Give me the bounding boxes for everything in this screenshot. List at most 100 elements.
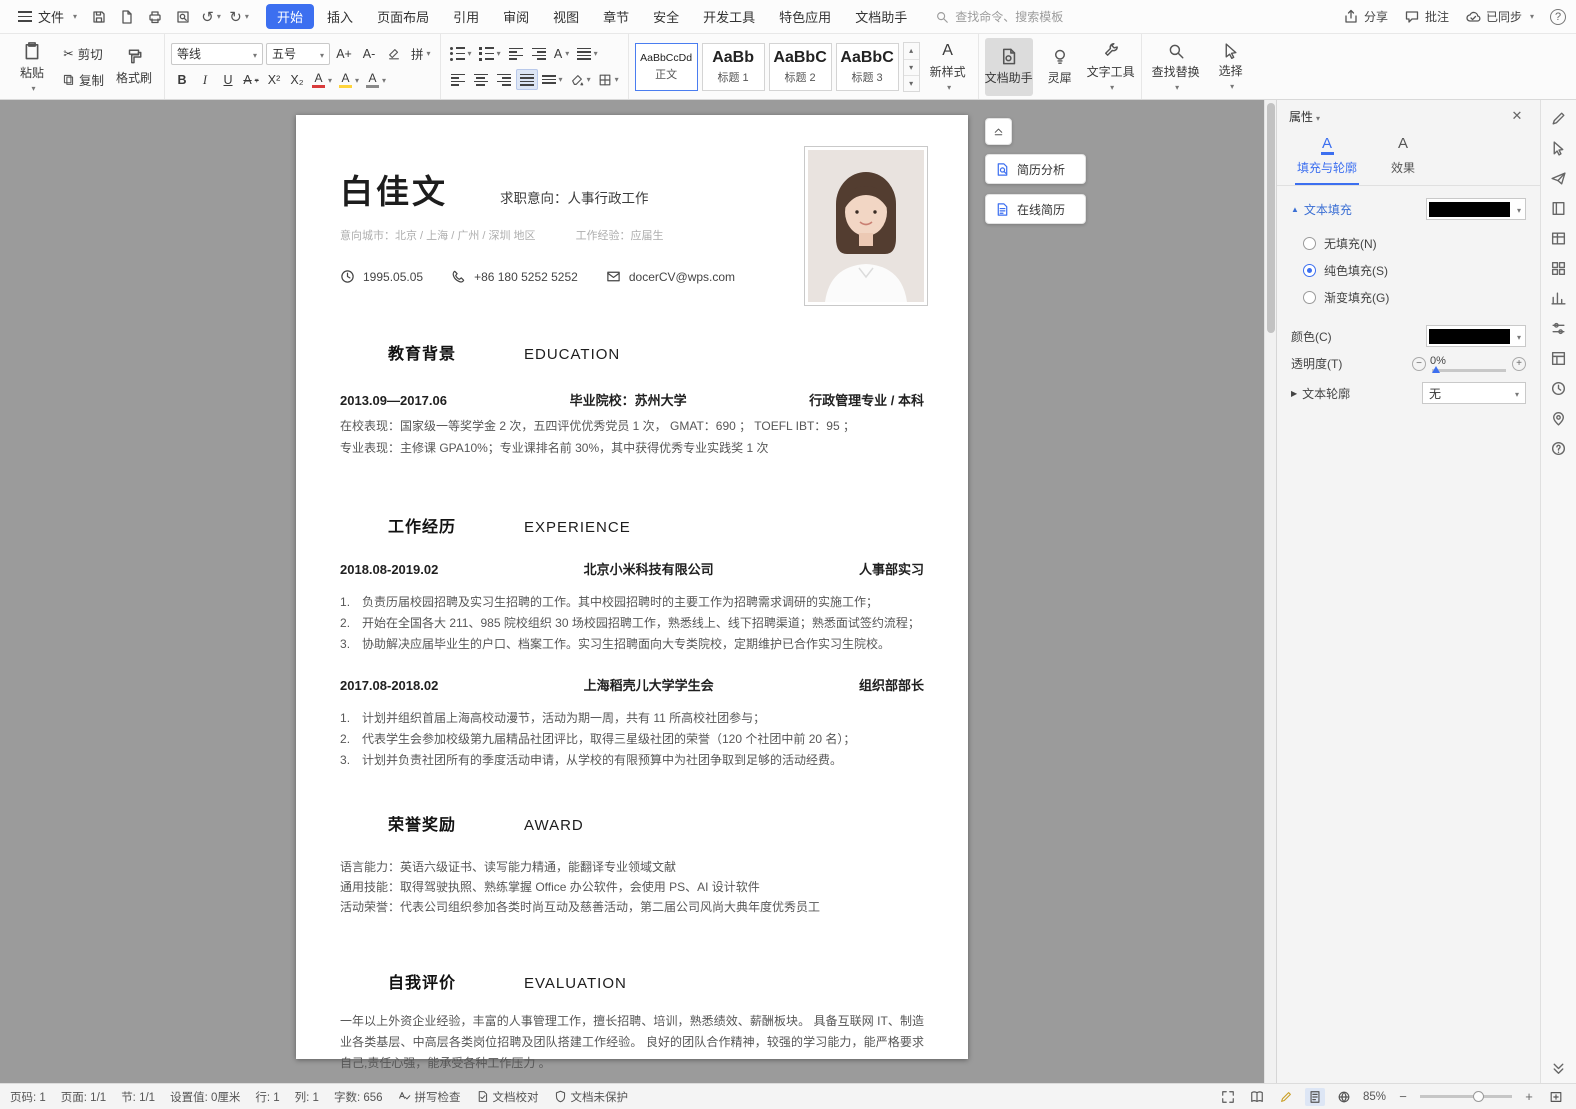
transparency-minus-button[interactable]: − bbox=[1412, 357, 1426, 371]
web-layout-button[interactable] bbox=[1334, 1088, 1354, 1106]
command-search[interactable]: 查找命令、搜索模板 bbox=[935, 8, 1063, 25]
superscript-button[interactable]: X² bbox=[263, 70, 285, 91]
chart-tool-button[interactable] bbox=[1550, 290, 1567, 307]
slider-track[interactable] bbox=[1432, 369, 1506, 372]
style-heading-1[interactable]: AaBb 标题 1 bbox=[702, 43, 765, 91]
text-outline-select[interactable]: 无 bbox=[1422, 382, 1526, 404]
slider-thumb[interactable] bbox=[1432, 366, 1440, 373]
location-tool-button[interactable] bbox=[1550, 410, 1567, 427]
pinyin-button[interactable]: 拼 bbox=[408, 43, 434, 64]
print-layout-button[interactable] bbox=[1305, 1088, 1325, 1106]
table-tool-button[interactable] bbox=[1550, 230, 1567, 247]
document-page[interactable]: 白佳文 求职意向：人事行政工作 意向城市：北京 / 上海 / 广州 / 深圳 地… bbox=[296, 115, 968, 1059]
read-mode-button[interactable] bbox=[1247, 1088, 1267, 1106]
transparency-plus-button[interactable]: + bbox=[1512, 357, 1526, 371]
redo-button[interactable]: ↻ bbox=[226, 5, 252, 29]
settings-tool-button[interactable] bbox=[1550, 320, 1567, 337]
line-spacing-button[interactable] bbox=[539, 69, 566, 90]
export-button[interactable] bbox=[114, 5, 140, 29]
cut-button[interactable]: ✂ 剪切 bbox=[59, 43, 107, 64]
shading-button[interactable] bbox=[567, 69, 594, 90]
tab-security[interactable]: 安全 bbox=[642, 4, 690, 29]
char-shading-button[interactable]: A bbox=[363, 70, 389, 91]
borders-button[interactable] bbox=[595, 69, 622, 90]
underline-button[interactable]: U bbox=[217, 70, 239, 91]
sort-button[interactable]: A bbox=[551, 43, 573, 64]
lingxi-button[interactable]: 灵犀 bbox=[1036, 38, 1084, 96]
pen-tool-button[interactable] bbox=[1550, 110, 1567, 127]
tab-references[interactable]: 引用 bbox=[442, 4, 490, 29]
font-size-select[interactable]: 五号 bbox=[266, 43, 330, 65]
online-resume-button[interactable]: 在线简历 bbox=[985, 194, 1086, 224]
fullscreen-button[interactable] bbox=[1218, 1088, 1238, 1106]
tab-section[interactable]: 章节 bbox=[592, 4, 640, 29]
shrink-font-button[interactable]: A- bbox=[358, 43, 380, 64]
collapse-panel-button[interactable] bbox=[985, 118, 1012, 145]
spell-check-button[interactable]: 拼写检查 bbox=[398, 1089, 461, 1105]
style-gallery-down[interactable]: ▾ bbox=[904, 59, 919, 75]
style-heading-2[interactable]: AaBbC 标题 2 bbox=[769, 43, 832, 91]
tab-fill-outline[interactable]: A 填充与轮廓 bbox=[1295, 132, 1359, 185]
proofread-button[interactable]: 文档校对 bbox=[476, 1089, 539, 1105]
tab-special-apps[interactable]: 特色应用 bbox=[768, 4, 842, 29]
bullet-list-button[interactable] bbox=[447, 43, 475, 64]
help-button[interactable]: ? bbox=[1550, 9, 1566, 25]
bold-button[interactable]: B bbox=[171, 70, 193, 91]
italic-button[interactable]: I bbox=[194, 70, 216, 91]
style-gallery-up[interactable]: ▴ bbox=[904, 43, 919, 59]
strip-more-button[interactable] bbox=[1550, 1060, 1567, 1077]
tab-home[interactable]: 开始 bbox=[266, 4, 314, 29]
print-preview-button[interactable] bbox=[170, 5, 196, 29]
align-right-button[interactable] bbox=[493, 69, 515, 90]
align-left-button[interactable] bbox=[447, 69, 469, 90]
justify-button[interactable] bbox=[516, 69, 538, 90]
select-button[interactable]: 选择 bbox=[1207, 38, 1255, 96]
layout-tool-button[interactable] bbox=[1550, 350, 1567, 367]
resume-analysis-button[interactable]: 简历分析 bbox=[985, 154, 1086, 184]
protection-button[interactable]: 文档未保护 bbox=[554, 1089, 629, 1105]
increase-indent-button[interactable] bbox=[528, 43, 550, 64]
style-normal[interactable]: AaBbCcDd 正文 bbox=[635, 43, 698, 91]
strikethrough-button[interactable]: A bbox=[240, 70, 262, 91]
save-button[interactable] bbox=[86, 5, 112, 29]
panel-close-button[interactable]: ✕ bbox=[1506, 105, 1528, 127]
clear-format-button[interactable] bbox=[383, 43, 405, 64]
edit-mode-button[interactable] bbox=[1276, 1088, 1296, 1106]
template-tool-button[interactable] bbox=[1550, 200, 1567, 217]
text-fill-section-toggle[interactable]: ▲ 文本填充 bbox=[1291, 201, 1352, 218]
print-button[interactable] bbox=[142, 5, 168, 29]
send-tool-button[interactable] bbox=[1550, 170, 1567, 187]
text-tool-button[interactable]: 文字工具 bbox=[1087, 38, 1135, 96]
zoom-out-button[interactable]: − bbox=[1395, 1089, 1411, 1104]
font-color-button[interactable]: A bbox=[309, 70, 335, 91]
share-button[interactable]: 分享 bbox=[1343, 8, 1388, 25]
subscript-button[interactable]: X₂ bbox=[286, 70, 308, 91]
fit-page-button[interactable] bbox=[1546, 1088, 1566, 1106]
find-replace-button[interactable]: 查找替换 bbox=[1148, 38, 1204, 96]
tab-developer[interactable]: 开发工具 bbox=[692, 4, 766, 29]
gradient-fill-radio[interactable]: 渐变填充(G) bbox=[1303, 284, 1389, 311]
font-name-select[interactable]: 等线 bbox=[171, 43, 263, 65]
doc-assistant-button[interactable]: 文档助手 bbox=[985, 38, 1033, 96]
word-count-button[interactable]: 字数: 656 bbox=[334, 1089, 383, 1105]
grow-font-button[interactable]: A+ bbox=[333, 43, 355, 64]
file-menu-button[interactable]: 文件 bbox=[10, 4, 85, 29]
text-fill-color-picker[interactable] bbox=[1426, 198, 1526, 220]
history-tool-button[interactable] bbox=[1550, 380, 1567, 397]
style-gallery-more[interactable]: ▾ bbox=[904, 75, 919, 91]
tab-insert[interactable]: 插入 bbox=[316, 4, 364, 29]
sync-status-button[interactable]: 已同步 bbox=[1465, 8, 1534, 25]
text-outline-section-toggle[interactable]: ▶ 文本轮廓 bbox=[1291, 385, 1350, 402]
no-fill-radio[interactable]: 无填充(N) bbox=[1303, 230, 1377, 257]
help-tool-button[interactable] bbox=[1550, 440, 1567, 457]
color-picker[interactable] bbox=[1426, 325, 1526, 347]
zoom-slider-thumb[interactable] bbox=[1473, 1091, 1484, 1102]
solid-fill-radio[interactable]: 纯色填充(S) bbox=[1303, 257, 1388, 284]
vertical-scrollbar[interactable] bbox=[1264, 100, 1276, 1083]
copy-button[interactable]: 复制 bbox=[59, 69, 107, 90]
panel-title[interactable]: 属性 bbox=[1289, 108, 1320, 125]
style-heading-3[interactable]: AaBbC 标题 3 bbox=[836, 43, 899, 91]
apps-tool-button[interactable] bbox=[1550, 260, 1567, 277]
zoom-slider[interactable] bbox=[1420, 1095, 1512, 1098]
decrease-indent-button[interactable] bbox=[505, 43, 527, 64]
